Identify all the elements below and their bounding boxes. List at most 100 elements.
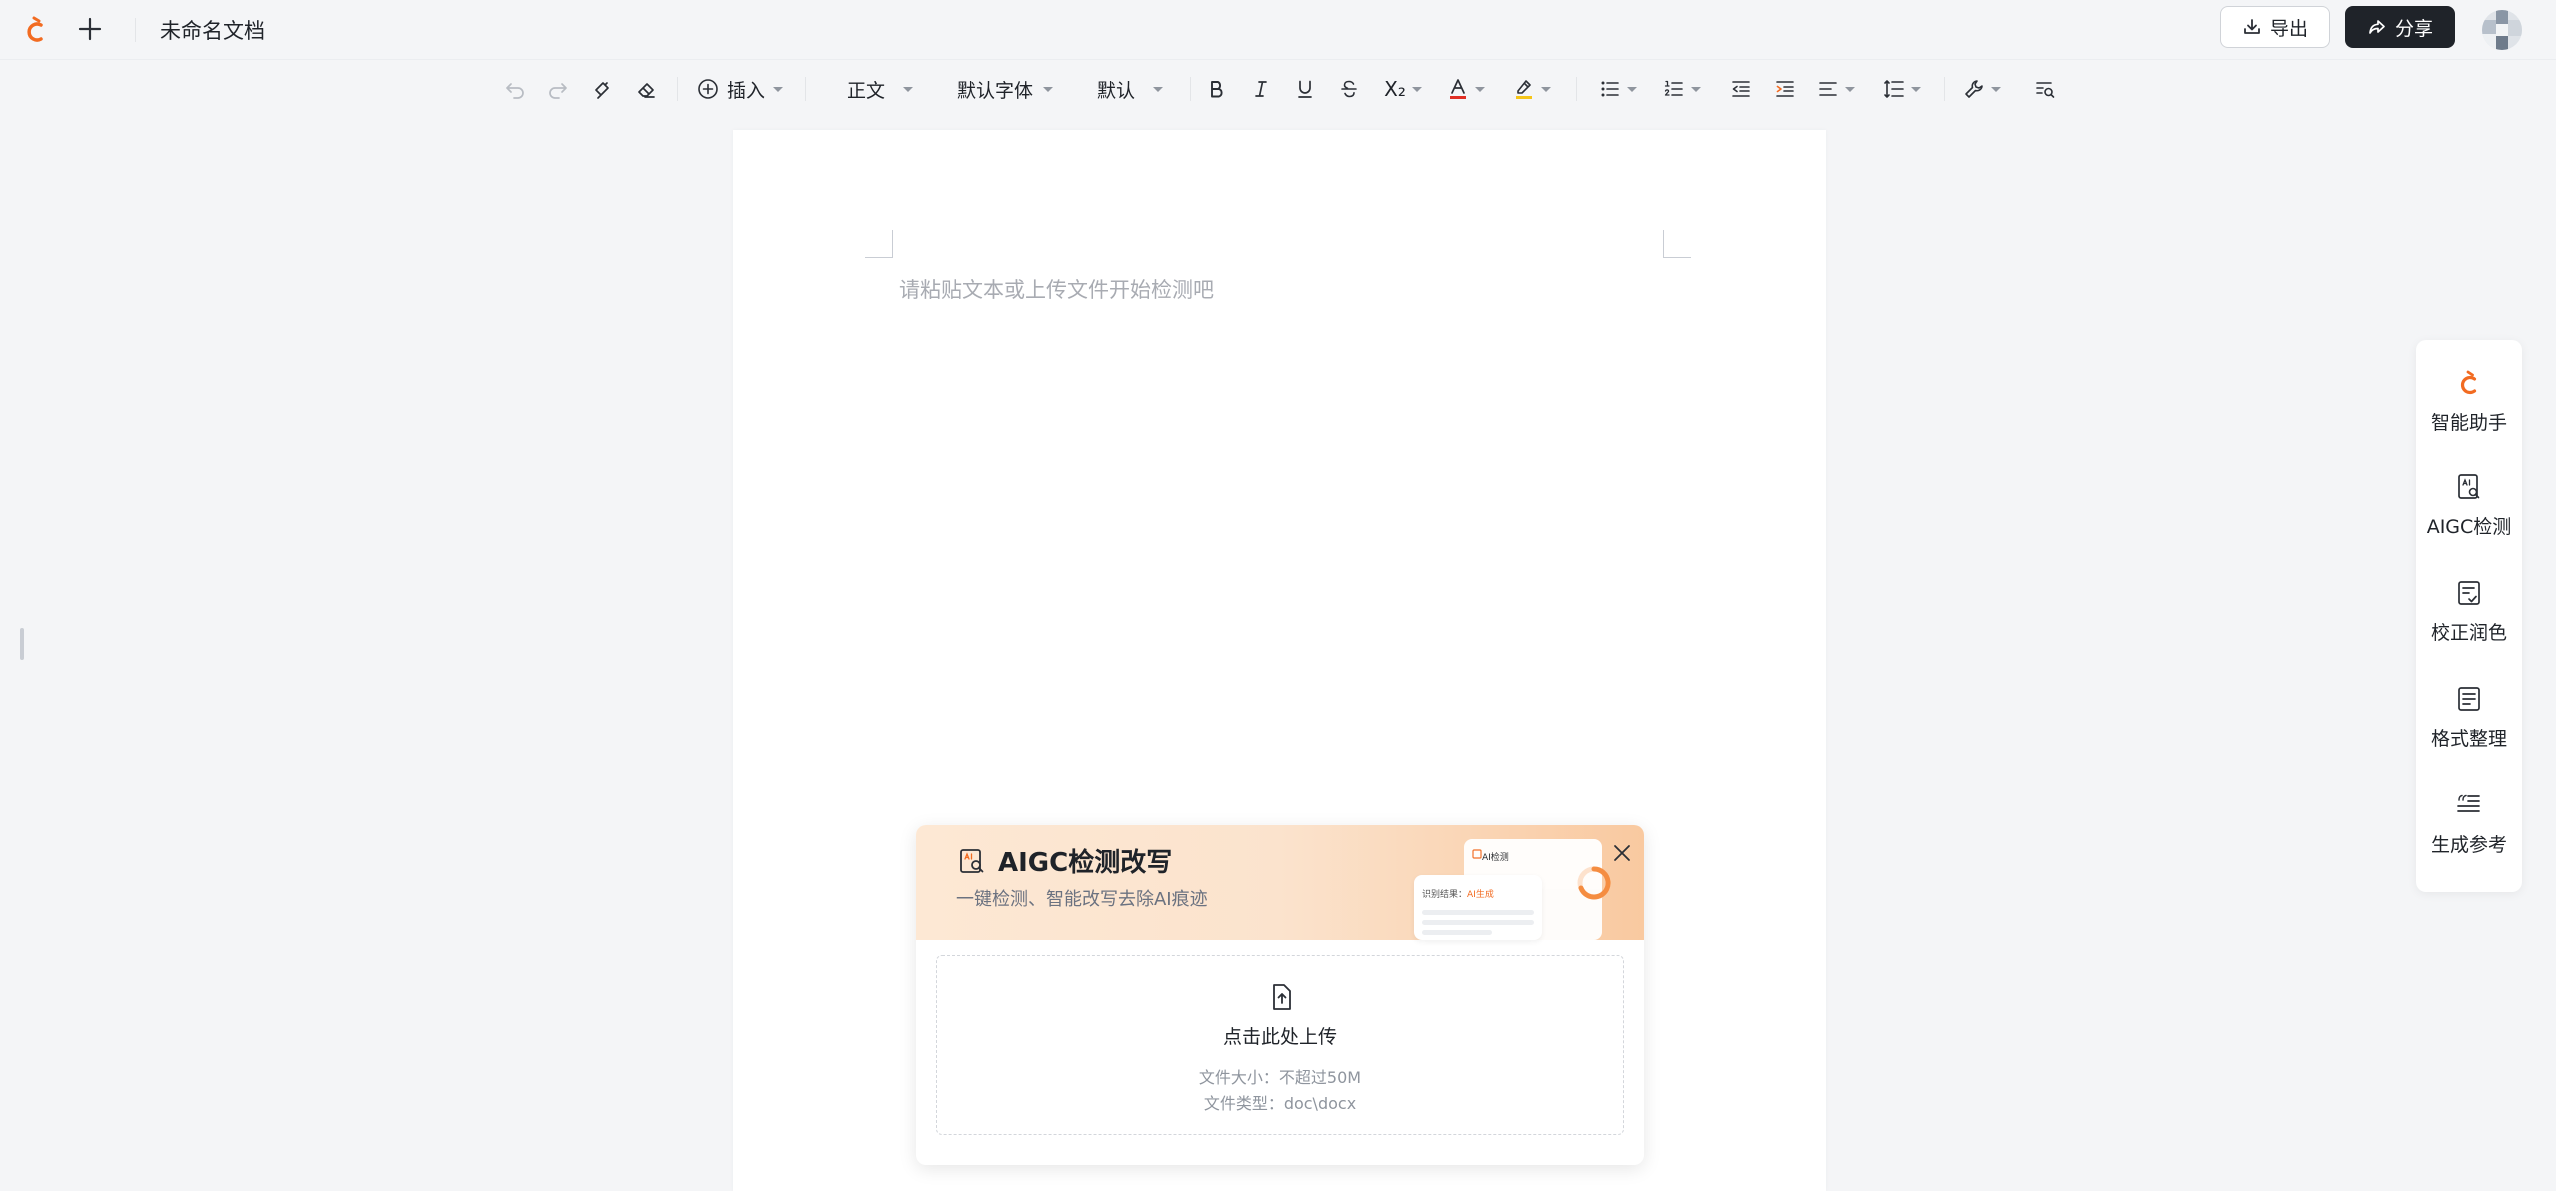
outdent-icon bbox=[1732, 81, 1750, 97]
numbered-list-dropdown[interactable] bbox=[1660, 72, 1704, 106]
undo-button[interactable] bbox=[500, 72, 530, 106]
mini-doc-icon bbox=[1472, 849, 1482, 859]
illustration-line bbox=[1422, 920, 1534, 925]
tools-dropdown[interactable] bbox=[1960, 72, 2004, 106]
bold-button[interactable] bbox=[1202, 72, 1232, 106]
export-button[interactable]: 导出 bbox=[2220, 6, 2330, 48]
strikethrough-button[interactable] bbox=[1334, 72, 1364, 106]
clear-format-button[interactable] bbox=[631, 72, 661, 106]
italic-icon bbox=[1255, 81, 1267, 97]
aigc-upload-card: AIGC检测改写 一键检测、智能改写去除AI痕迹 AI检测 识别结果：AI生成 bbox=[916, 825, 1644, 1165]
undo-icon bbox=[506, 83, 524, 99]
redo-icon bbox=[549, 83, 567, 99]
file-upload-dropzone[interactable]: 点击此处上传 文件大小：不超过50M 文件类型：doc\docx bbox=[936, 955, 1624, 1135]
format-painter-icon bbox=[595, 82, 609, 99]
aigc-detect-icon bbox=[960, 849, 984, 873]
illustration-line bbox=[1422, 910, 1534, 915]
sidebar-toggle-handle[interactable] bbox=[20, 628, 24, 660]
line-spacing-dropdown[interactable] bbox=[1880, 72, 1924, 106]
file-size-hint: 文件大小：不超过50M bbox=[1198, 1068, 1362, 1087]
app-logo-icon[interactable] bbox=[22, 14, 50, 46]
download-icon bbox=[2244, 19, 2260, 34]
document-title[interactable]: 未命名文档 bbox=[160, 15, 265, 45]
find-replace-button[interactable] bbox=[2030, 72, 2060, 106]
font-size-select[interactable]: 默认 bbox=[1090, 72, 1170, 106]
redo-button[interactable] bbox=[543, 72, 573, 106]
chevron-down-icon bbox=[1627, 86, 1637, 92]
avatar[interactable] bbox=[2482, 10, 2522, 50]
chevron-down-icon bbox=[1043, 86, 1053, 92]
toolbar-divider bbox=[677, 77, 678, 101]
chevron-down-icon bbox=[1153, 86, 1163, 92]
aigc-card-title: AIGC检测改写 bbox=[998, 848, 1173, 878]
find-icon bbox=[2036, 82, 2055, 98]
toolbar-divider bbox=[1190, 77, 1191, 101]
bold-icon bbox=[1211, 81, 1223, 98]
numbered-list-icon bbox=[1664, 80, 1683, 96]
aigc-detect-icon bbox=[2458, 474, 2480, 499]
side-item-label: 格式整理 bbox=[2430, 728, 2507, 750]
bullet-list-icon bbox=[1601, 81, 1619, 97]
decrease-indent-button[interactable] bbox=[1726, 72, 1756, 106]
editor-placeholder[interactable]: 请粘贴文本或上传文件开始检测吧 bbox=[899, 274, 1214, 304]
chevron-down-icon bbox=[1911, 86, 1921, 92]
increase-indent-button[interactable] bbox=[1770, 72, 1800, 106]
toolbar-divider bbox=[1944, 77, 1945, 101]
underline-icon bbox=[1298, 80, 1312, 98]
subscript-dropdown[interactable]: X₂ bbox=[1378, 72, 1428, 106]
chevron-down-icon bbox=[1475, 86, 1485, 92]
plus-circle-icon bbox=[698, 79, 718, 99]
side-item-label: 智能助手 bbox=[2430, 412, 2507, 434]
share-button[interactable]: 分享 bbox=[2345, 6, 2455, 48]
export-label: 导出 bbox=[2269, 17, 2308, 40]
illustration-line bbox=[1422, 930, 1492, 935]
page-margin-mark bbox=[865, 230, 893, 258]
underline-button[interactable] bbox=[1290, 72, 1320, 106]
reference-icon bbox=[2457, 794, 2480, 812]
toolbar-divider bbox=[1576, 77, 1577, 101]
chevron-down-icon bbox=[1991, 86, 2001, 92]
side-tools-panel: 智能助手 AIGC检测 校正润色 格式整理 生成参考 bbox=[2416, 340, 2522, 892]
aigc-card-subtitle: 一键检测、智能改写去除AI痕迹 bbox=[956, 889, 1208, 910]
page-margin-mark bbox=[1663, 230, 1691, 258]
illustration-result-label: 识别结果：AI生成 bbox=[1422, 890, 1494, 900]
formatting-toolbar bbox=[0, 62, 2556, 116]
upload-label: 点击此处上传 bbox=[1222, 1026, 1337, 1048]
side-item-format[interactable]: 格式整理 bbox=[2416, 684, 2522, 772]
wrench-icon bbox=[1965, 80, 1983, 98]
progress-ring-icon bbox=[1577, 866, 1611, 900]
side-item-label: 校正润色 bbox=[2430, 622, 2507, 644]
chevron-down-icon bbox=[1691, 86, 1701, 92]
chevron-down-icon bbox=[1845, 86, 1855, 92]
toolbar-divider bbox=[805, 77, 806, 101]
chevron-down-icon bbox=[773, 86, 783, 92]
divider bbox=[135, 18, 136, 42]
italic-button[interactable] bbox=[1246, 72, 1276, 106]
subscript-icon: X₂ bbox=[1384, 77, 1406, 101]
format-painter-button[interactable] bbox=[587, 72, 617, 106]
avatar-image bbox=[2482, 10, 2522, 50]
side-item-assistant[interactable]: 智能助手 bbox=[2416, 368, 2522, 456]
side-item-reference[interactable]: 生成参考 bbox=[2416, 790, 2522, 878]
share-label: 分享 bbox=[2394, 17, 2433, 40]
font-size-value: 默认 bbox=[1096, 79, 1135, 102]
insert-dropdown[interactable]: 插入 bbox=[695, 72, 785, 106]
bullet-list-dropdown[interactable] bbox=[1596, 72, 1640, 106]
font-family-value: 默认字体 bbox=[956, 79, 1033, 102]
chevron-down-icon bbox=[1541, 86, 1551, 92]
font-family-select[interactable]: 默认字体 bbox=[950, 72, 1060, 106]
new-document-icon[interactable] bbox=[75, 14, 105, 44]
align-dropdown[interactable] bbox=[1814, 72, 1858, 106]
side-item-aigc-detect[interactable]: AIGC检测 bbox=[2416, 472, 2522, 560]
proofread-icon bbox=[2458, 581, 2480, 605]
font-color-dropdown[interactable] bbox=[1444, 72, 1488, 106]
insert-label: 插入 bbox=[726, 79, 765, 102]
side-item-proofread[interactable]: 校正润色 bbox=[2416, 578, 2522, 666]
close-icon[interactable] bbox=[1610, 841, 1634, 865]
share-icon bbox=[2369, 20, 2385, 34]
paragraph-style-select[interactable]: 正文 bbox=[840, 72, 920, 106]
illustration-result-card: 识别结果：AI生成 bbox=[1414, 875, 1542, 940]
illustration-ai-label: AI检测 bbox=[1482, 853, 1509, 863]
highlight-color-dropdown[interactable] bbox=[1510, 72, 1554, 106]
strikethrough-icon bbox=[1341, 80, 1357, 98]
